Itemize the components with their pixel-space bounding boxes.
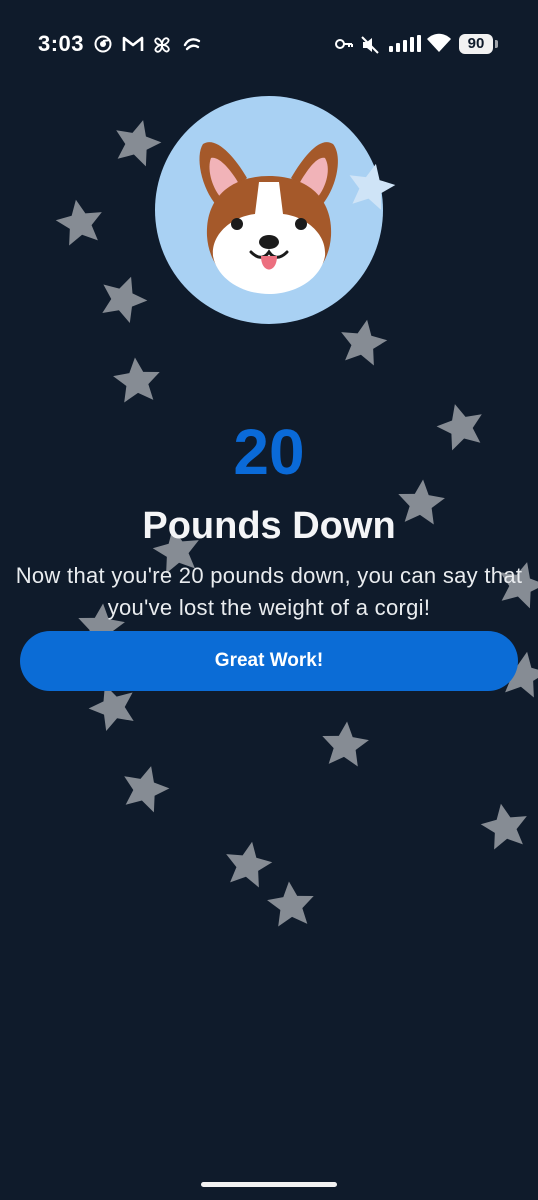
pinwheel-icon [154,37,170,53]
mute-icon [361,36,379,54]
chrome-icon [94,35,112,53]
wifi-icon [427,33,451,52]
star-icon [102,276,148,324]
star-icon [55,199,102,246]
star-icon [349,163,396,210]
home-indicator[interactable] [201,1182,337,1187]
gmail-icon [122,36,144,51]
battery-tip [495,40,498,48]
pounds-lost-number: 20 [233,416,305,488]
milestone-message: Now that you're 20 pounds down, you can … [15,563,523,620]
signal-icon [389,35,421,52]
status-bar: 3:03 90 [0,0,538,90]
star-icon [113,357,160,403]
star-icon [480,803,527,850]
star-icon [124,766,170,813]
star-icon [341,319,388,366]
headline-title: Pounds Down [142,505,396,547]
key-icon [335,39,353,49]
star-icon [322,721,369,767]
app-icon [183,38,201,51]
battery-level: 90 [459,34,493,54]
status-time: 3:03 [38,31,85,56]
great-work-button[interactable]: Great Work! [20,631,518,691]
star-icon [267,881,314,927]
